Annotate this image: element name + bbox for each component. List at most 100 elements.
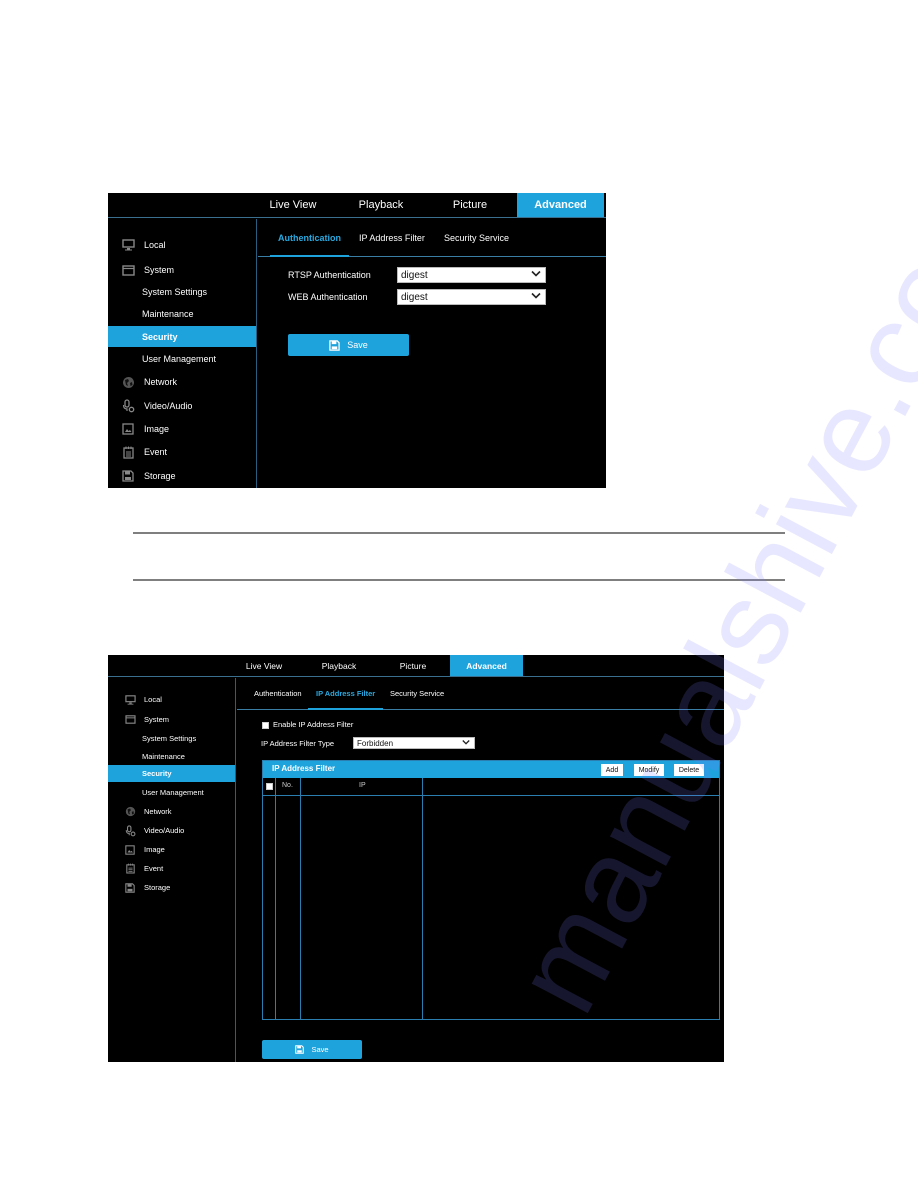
screenshot-ip-address-filter: Live View Playback Picture Advanced Loca… — [108, 655, 724, 1062]
subtab-ip-address-filter[interactable]: IP Address Filter — [359, 219, 425, 256]
rtsp-auth-label: RTSP Authentication — [288, 270, 371, 280]
sidebar: Local System System Settings Maintenance… — [108, 219, 257, 488]
rtsp-auth-value: digest — [401, 269, 428, 281]
web-auth-value: digest — [401, 291, 428, 303]
divider-bottom — [133, 579, 785, 581]
save-label: Save — [311, 1045, 329, 1054]
chevron-down-icon — [531, 292, 541, 303]
sidebar-item-label: Security — [142, 769, 172, 778]
chevron-down-icon — [531, 270, 541, 281]
sidebar-item-system-settings[interactable]: System Settings — [108, 729, 235, 747]
content-area: Authentication IP Address Filter Securit… — [258, 219, 606, 488]
sidebar-item-system[interactable]: System — [108, 258, 256, 282]
sub-tabs: Authentication IP Address Filter Securit… — [258, 219, 606, 257]
calendar-icon — [121, 446, 135, 459]
column-divider — [300, 778, 301, 1019]
sidebar-item-label: Local — [144, 695, 162, 704]
save-button[interactable]: Save — [262, 1040, 362, 1059]
globe-icon — [121, 376, 135, 389]
sidebar-item-system-settings[interactable]: System Settings — [108, 281, 256, 303]
chevron-down-icon — [462, 739, 470, 748]
sidebar-item-label: Video/Audio — [144, 401, 193, 411]
sidebar-item-label: System — [144, 715, 170, 724]
sidebar-item-maintenance[interactable]: Maintenance — [108, 747, 235, 765]
subtab-security-service[interactable]: Security Service — [444, 219, 509, 256]
column-divider — [422, 778, 423, 1019]
sidebar-item-storage[interactable]: Storage — [108, 878, 235, 897]
ip-filter-table: IP Address Filter Add Modify Delete No. … — [262, 760, 720, 1020]
enable-ip-filter-checkbox[interactable] — [262, 722, 269, 729]
sidebar-item-label: Storage — [144, 471, 176, 481]
tab-live-view[interactable]: Live View — [254, 193, 332, 217]
modify-button[interactable]: Modify — [634, 764, 664, 776]
save-label: Save — [347, 340, 368, 350]
sidebar-item-maintenance[interactable]: Maintenance — [108, 303, 256, 325]
table-header-bar: IP Address Filter Add Modify Delete — [263, 761, 719, 778]
floppy-icon — [124, 882, 136, 893]
sidebar: Local System System Settings Maintenance… — [108, 678, 236, 1062]
sidebar-item-label: User Management — [142, 354, 217, 364]
column-header-ip: IP — [359, 782, 366, 789]
sidebar-item-label: Image — [144, 424, 170, 434]
floppy-icon — [329, 339, 340, 351]
header-divider — [263, 795, 719, 796]
subtab-ip-address-filter[interactable]: IP Address Filter — [307, 678, 384, 710]
microphone-gear-icon — [124, 824, 136, 837]
sub-tabs: Authentication IP Address Filter Securit… — [237, 678, 724, 710]
sidebar-item-label: Event — [144, 447, 168, 457]
tab-playback[interactable]: Playback — [342, 193, 420, 217]
tab-picture[interactable]: Picture — [431, 193, 509, 217]
select-all-checkbox[interactable] — [266, 783, 273, 790]
sidebar-item-label: User Management — [142, 787, 204, 797]
save-button[interactable]: Save — [288, 334, 409, 356]
enable-ip-filter-label: Enable IP Address Filter — [273, 720, 354, 729]
web-auth-select[interactable]: digest — [397, 289, 546, 305]
top-nav: Live View Playback Picture Advanced — [108, 655, 724, 677]
subtab-security-service[interactable]: Security Service — [390, 678, 444, 709]
sidebar-item-user-management[interactable]: User Management — [108, 348, 256, 370]
subtab-authentication[interactable]: Authentication — [254, 678, 302, 709]
sidebar-item-security[interactable]: Security — [108, 326, 256, 347]
sidebar-item-label: Network — [144, 377, 178, 387]
add-button[interactable]: Add — [601, 764, 623, 776]
delete-button[interactable]: Delete — [674, 764, 704, 776]
filter-type-select[interactable]: Forbidden — [353, 737, 475, 749]
web-auth-label: WEB Authentication — [288, 292, 368, 302]
sidebar-item-label: Image — [144, 845, 165, 854]
tab-live-view[interactable]: Live View — [234, 655, 294, 676]
tab-picture[interactable]: Picture — [383, 655, 443, 676]
sidebar-item-event[interactable]: Event — [108, 859, 235, 878]
image-icon — [121, 423, 135, 435]
sidebar-item-video-audio[interactable]: Video/Audio — [108, 394, 256, 418]
screenshot-authentication: Live View Playback Picture Advanced Loca… — [108, 193, 606, 488]
sidebar-item-label: Network — [144, 807, 172, 816]
sidebar-item-label: Maintenance — [142, 751, 185, 761]
sidebar-item-video-audio[interactable]: Video/Audio — [108, 821, 235, 840]
sidebar-item-security[interactable]: Security — [108, 765, 235, 782]
floppy-icon — [295, 1045, 305, 1054]
sidebar-item-network[interactable]: Network — [108, 370, 256, 394]
microphone-gear-icon — [121, 399, 135, 413]
sidebar-item-image[interactable]: Image — [108, 840, 235, 859]
sidebar-item-storage[interactable]: Storage — [108, 464, 256, 488]
sidebar-item-local[interactable]: Local — [108, 233, 256, 257]
tab-advanced[interactable]: Advanced — [517, 193, 604, 217]
subtab-authentication[interactable]: Authentication — [270, 219, 349, 257]
sidebar-item-system[interactable]: System — [108, 710, 235, 729]
monitor-icon — [121, 239, 135, 251]
rtsp-auth-select[interactable]: digest — [397, 267, 546, 283]
calendar-icon — [124, 863, 136, 874]
filter-type-label: IP Address Filter Type — [261, 739, 335, 748]
tab-advanced[interactable]: Advanced — [450, 655, 523, 676]
content-area: Authentication IP Address Filter Securit… — [237, 678, 724, 1062]
sidebar-item-image[interactable]: Image — [108, 417, 256, 441]
sidebar-item-label: Maintenance — [142, 309, 194, 319]
column-divider — [275, 778, 276, 1019]
sidebar-item-network[interactable]: Network — [108, 802, 235, 821]
sidebar-item-event[interactable]: Event — [108, 440, 256, 464]
sidebar-item-user-management[interactable]: User Management — [108, 783, 235, 801]
sidebar-item-label: Event — [144, 864, 164, 873]
sidebar-item-local[interactable]: Local — [108, 690, 235, 709]
image-icon — [124, 844, 136, 855]
tab-playback[interactable]: Playback — [308, 655, 370, 676]
